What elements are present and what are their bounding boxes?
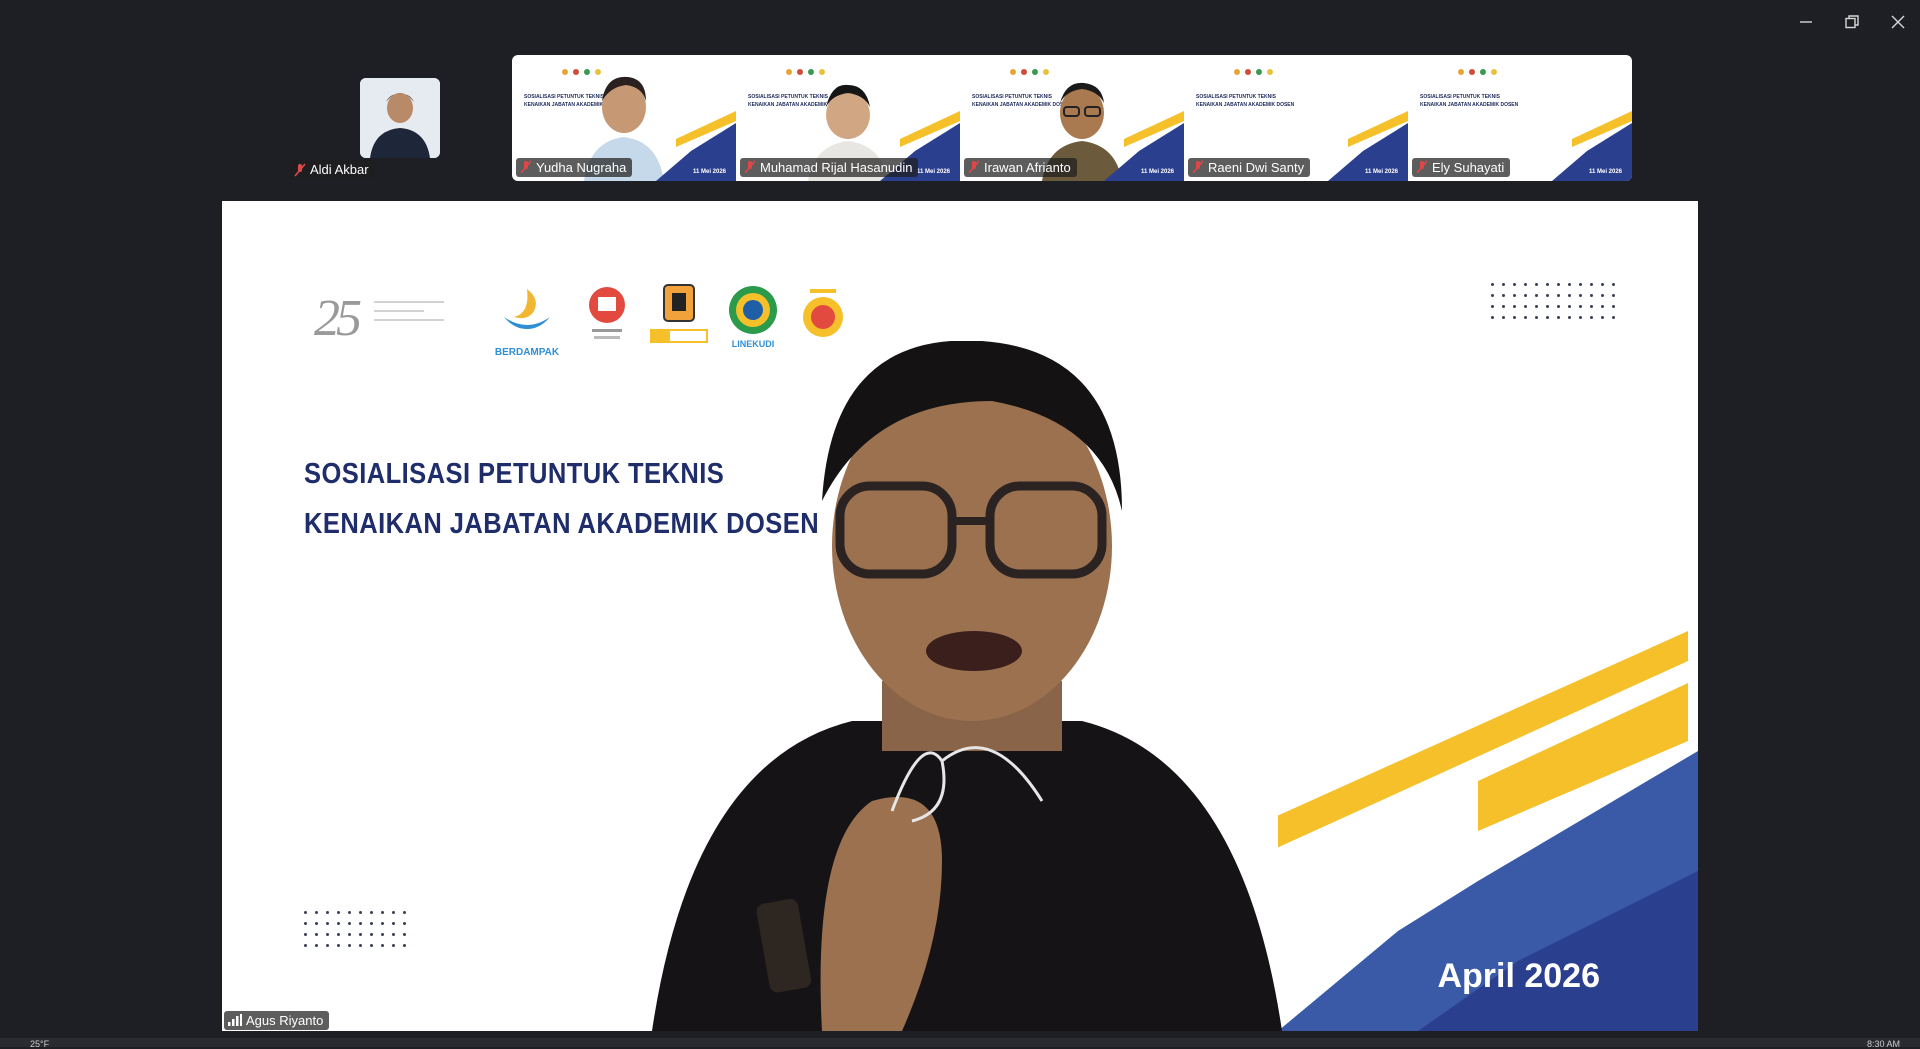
speaker-name: Agus Riyanto	[246, 1012, 324, 1028]
close-icon	[1891, 15, 1905, 29]
participant-tile[interactable]: SOSIALISASI PETUNTUK TEKNIS KENAIKAN JABA…	[1184, 55, 1408, 181]
participant-name-tag: Ely Suhayati	[1412, 157, 1511, 177]
mini-slide-date: 11 Mei 2026	[692, 169, 726, 175]
mic-muted-icon	[294, 162, 306, 177]
speaker-video	[652, 341, 1282, 1031]
participant-name: Ely Suhayati	[1432, 159, 1505, 175]
mini-slide-date: 11 Mei 2026	[1364, 169, 1398, 175]
dot-pattern-bottom	[304, 911, 406, 947]
anniversary-logo: 25	[314, 290, 362, 347]
participant-tile[interactable]: SOSIALISASI PETUNTUK TEKNIS KENAIKAN JABA…	[512, 55, 736, 181]
signal-strength-icon	[228, 1014, 242, 1026]
participant-name: Muhamad Rijal Hasanudin	[760, 159, 913, 175]
self-video-tile[interactable]	[360, 78, 440, 158]
taskbar-weather[interactable]: 25°F	[30, 1039, 49, 1049]
participant-name: Yudha Nugraha	[536, 159, 627, 175]
minimize-button[interactable]	[1794, 10, 1818, 34]
taskbar	[0, 1038, 1920, 1047]
mini-slide-date: 11 Mei 2026	[1588, 169, 1622, 175]
mic-muted-icon	[520, 160, 532, 174]
participant-name-tag: Yudha Nugraha	[516, 157, 633, 177]
mini-logos	[1234, 69, 1273, 75]
window-controls	[1794, 10, 1910, 34]
participant-name: Irawan Afrianto	[984, 159, 1071, 175]
active-speaker-view[interactable]: 25 BERDAMPAK LINEKUDI SOSIALISASI PETUNT…	[222, 201, 1698, 1031]
participant-strip: SOSIALISASI PETUNTUK TEKNIS KENAIKAN JABA…	[512, 55, 1632, 181]
self-avatar	[360, 78, 440, 158]
mini-slide-title: SOSIALISASI PETUNTUK TEKNIS KENAIKAN JABA…	[1196, 94, 1295, 108]
taskbar-clock[interactable]: 8:30 AM	[1867, 1039, 1900, 1049]
restore-button[interactable]	[1840, 10, 1864, 34]
mini-slide-title: SOSIALISASI PETUNTUK TEKNIS KENAIKAN JABA…	[1420, 94, 1519, 108]
participant-tile[interactable]: SOSIALISASI PETUNTUK TEKNIS KENAIKAN JABA…	[960, 55, 1184, 181]
mini-logos	[786, 69, 825, 75]
minimize-icon	[1800, 21, 1812, 23]
mic-muted-icon	[1416, 160, 1428, 174]
participant-name-tag: Irawan Afrianto	[964, 157, 1077, 177]
anniversary-logo-text	[374, 301, 444, 328]
dot-pattern-top	[1491, 283, 1615, 319]
participant-name-tag: Muhamad Rijal Hasanudin	[740, 157, 919, 177]
speaker-name-tag: Agus Riyanto	[224, 1010, 330, 1030]
restore-icon	[1845, 15, 1859, 29]
mic-muted-icon	[1192, 160, 1204, 174]
participant-tile[interactable]: SOSIALISASI PETUNTUK TEKNIS KENAIKAN JABA…	[736, 55, 960, 181]
participant-tile[interactable]: SOSIALISASI PETUNTUK TEKNIS KENAIKAN JABA…	[1408, 55, 1632, 181]
partner-logo-linekudi: LINEKUDI	[726, 283, 780, 349]
slide-date: April 2026	[1437, 957, 1600, 995]
participant-name-tag: Raeni Dwi Santy	[1188, 157, 1311, 177]
mini-logos	[1458, 69, 1497, 75]
participant-name: Raeni Dwi Santy	[1208, 159, 1305, 175]
self-name-tag: Aldi Akbar	[290, 160, 375, 182]
close-button[interactable]	[1886, 10, 1910, 34]
mic-muted-icon	[744, 160, 756, 174]
mini-slide-date: 11 Mei 2026	[916, 169, 950, 175]
mini-slide-date: 11 Mei 2026	[1140, 169, 1174, 175]
mic-muted-icon	[968, 160, 980, 174]
self-name: Aldi Akbar	[310, 162, 369, 177]
